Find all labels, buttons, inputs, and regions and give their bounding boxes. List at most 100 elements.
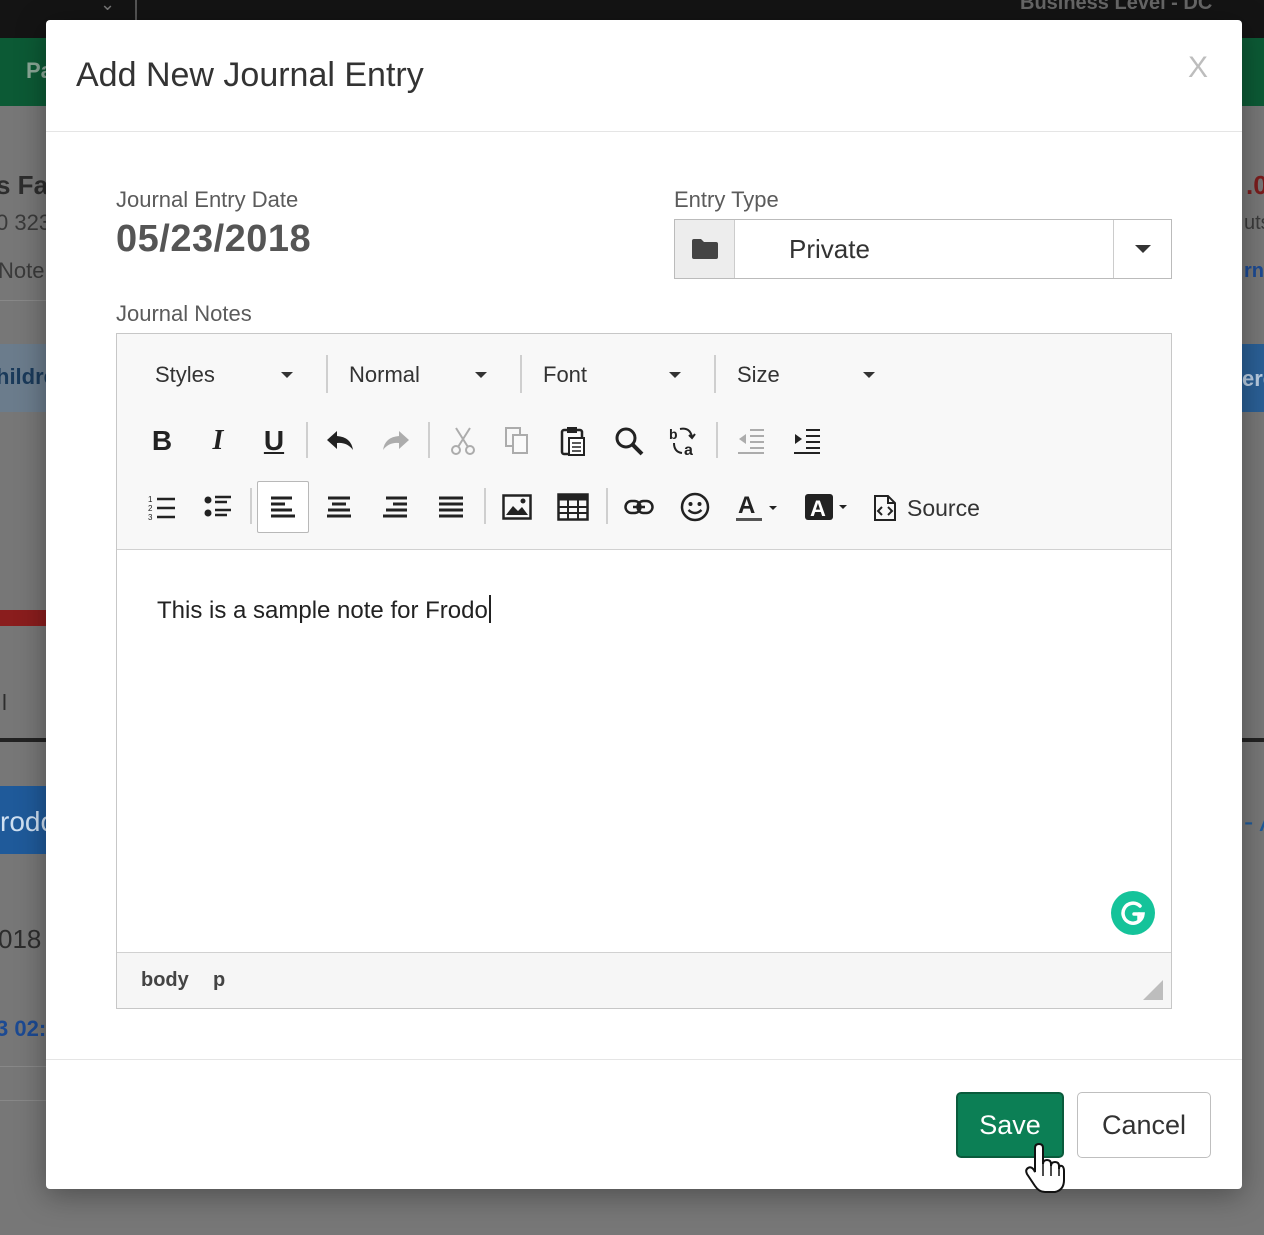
indent-icon — [794, 429, 820, 454]
path-item-p[interactable]: p — [213, 969, 225, 992]
svg-text:1: 1 — [148, 495, 153, 504]
justify-button[interactable] — [425, 481, 477, 533]
editor-text: This is a sample note for Frodo — [157, 595, 491, 625]
chevron-down-icon — [669, 372, 681, 378]
paste-icon — [560, 427, 585, 456]
align-left-button[interactable] — [257, 481, 309, 533]
children-tab: hildre — [0, 344, 56, 412]
link-icon — [624, 499, 654, 515]
undo-button[interactable] — [314, 415, 366, 467]
image-button[interactable] — [491, 481, 543, 533]
divider — [0, 1100, 46, 1101]
undo-icon — [327, 431, 353, 450]
find-button[interactable] — [603, 415, 655, 467]
note-content: This is a sample note for Frodo — [157, 597, 488, 624]
entry-type-select[interactable]: Private — [674, 219, 1172, 279]
journal-date-label: Journal Entry Date — [116, 187, 299, 212]
svg-text:A: A — [810, 496, 826, 521]
align-right-button[interactable] — [369, 481, 421, 533]
emoji-button[interactable] — [669, 481, 721, 533]
cut-button[interactable] — [437, 415, 489, 467]
numbered-list-button[interactable]: 123 — [136, 481, 188, 533]
italic-icon: I — [212, 425, 224, 456]
replace-button[interactable]: ba — [659, 415, 711, 467]
font-dropdown[interactable]: Font — [513, 355, 695, 395]
chevron-down-icon — [863, 372, 875, 378]
paste-button[interactable] — [547, 415, 599, 467]
search-icon — [615, 427, 644, 456]
folder-icon — [675, 220, 735, 278]
indent-button[interactable] — [781, 415, 833, 467]
tab-label: - A — [1244, 806, 1264, 837]
image-icon — [502, 494, 532, 520]
cancel-button[interactable]: Cancel — [1077, 1092, 1211, 1158]
outdent-button[interactable] — [725, 415, 777, 467]
business-level-label: Business Level - DC — [1020, 0, 1213, 14]
divider — [0, 738, 46, 742]
bold-icon: B — [151, 425, 173, 456]
table-button[interactable] — [547, 481, 599, 533]
bulleted-list-button[interactable] — [192, 481, 244, 533]
text-color-button[interactable]: A — [731, 481, 787, 533]
divider — [1242, 738, 1264, 742]
svg-text:b: b — [669, 426, 678, 442]
bold-button[interactable]: B — [136, 415, 188, 467]
styles-dropdown[interactable]: Styles — [125, 355, 307, 395]
svg-text:a: a — [684, 442, 693, 457]
copy-icon — [505, 427, 528, 454]
background-color-button[interactable]: A — [801, 481, 857, 533]
divider — [0, 300, 46, 301]
close-button[interactable]: X — [1182, 50, 1214, 86]
modal-header: Add New Journal Entry X — [46, 20, 1242, 132]
notes-link: Note — [0, 258, 45, 283]
link-button[interactable] — [613, 481, 665, 533]
resize-handle[interactable] — [1143, 980, 1163, 1000]
journal-notes-label: Journal Notes — [116, 301, 252, 326]
source-button[interactable]: Source — [873, 482, 980, 534]
path-item-body[interactable]: body — [141, 969, 189, 992]
text-cursor — [488, 595, 491, 623]
justify-icon — [439, 496, 463, 518]
svg-text:3: 3 — [148, 513, 153, 520]
size-dropdown[interactable]: Size — [707, 355, 889, 395]
modal-title: Add New Journal Entry — [76, 56, 424, 94]
source-code-icon — [874, 495, 896, 521]
align-left-icon — [271, 496, 295, 518]
journal-date-value: 05/23/2018 — [116, 218, 312, 260]
chevron-down-icon — [475, 372, 487, 378]
footer-divider — [46, 1059, 1242, 1060]
family-phone: 0 323 — [0, 210, 52, 235]
font-label: Font — [543, 362, 588, 387]
editor-toolbar: Styles Normal Font Size B I U b a 1 2 3 … — [117, 334, 1171, 550]
format-dropdown[interactable]: Normal — [319, 355, 501, 395]
progress-bar — [0, 610, 46, 626]
redo-button[interactable] — [370, 415, 422, 467]
toolbar-separator — [606, 488, 608, 524]
underline-button[interactable]: U — [248, 415, 300, 467]
copy-button[interactable] — [491, 415, 543, 467]
align-center-button[interactable] — [313, 481, 365, 533]
format-label: Normal — [349, 362, 420, 387]
outs-label: uts — [1244, 212, 1264, 234]
toolbar-separator — [250, 488, 252, 524]
grammarly-icon[interactable] — [1111, 891, 1155, 935]
toolbar-separator — [716, 422, 718, 458]
numbered-list-icon: 123 — [148, 495, 175, 520]
editor-status-bar: body p — [117, 952, 1171, 1008]
italic-button[interactable]: I — [192, 415, 244, 467]
cut-icon — [451, 427, 475, 455]
size-label: Size — [737, 362, 780, 387]
underline-icon: U — [263, 425, 285, 456]
topbar-divider — [135, 0, 137, 22]
align-center-icon — [327, 496, 351, 518]
toolbar-separator — [484, 488, 486, 524]
emergency-tab: erg — [1242, 344, 1264, 412]
year-cell: 018 — [0, 924, 42, 954]
background-color-icon: A — [805, 494, 847, 521]
journal-entry-modal: Add New Journal Entry X Journal Entry Da… — [46, 20, 1242, 1189]
chevron-down-icon[interactable] — [1113, 220, 1171, 278]
chevron-down-icon — [281, 372, 293, 378]
align-right-icon — [383, 496, 407, 518]
editor-content-area[interactable]: This is a sample note for Frodo — [117, 551, 1171, 951]
child-name-header: rodo — [0, 786, 56, 854]
